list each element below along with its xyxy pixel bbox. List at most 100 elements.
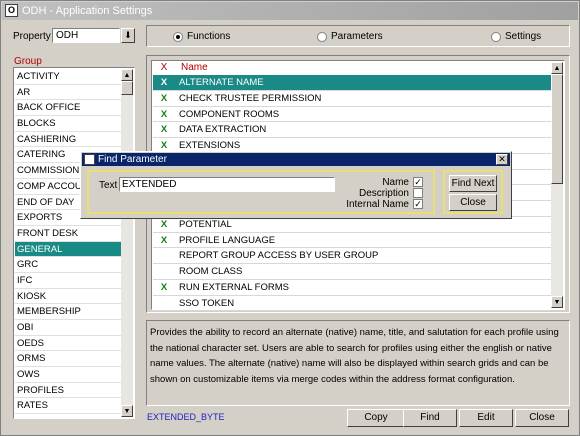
radio-dot-icon bbox=[491, 31, 501, 42]
internal-name-checkbox[interactable]: ✓ bbox=[413, 199, 423, 209]
table-row[interactable]: SSO TOKEN bbox=[153, 296, 551, 312]
group-item[interactable]: GENERAL bbox=[15, 241, 122, 258]
scroll-thumb[interactable] bbox=[551, 74, 563, 184]
function-name: ALTERNATE NAME bbox=[179, 77, 264, 88]
scroll-up-icon[interactable]: ▲ bbox=[551, 62, 563, 74]
group-item[interactable]: KIOSK bbox=[15, 289, 122, 305]
find-parameter-dialog: Find Parameter ✕ Text EXTENDED Name ✓ De… bbox=[80, 151, 512, 219]
parameters-radio[interactable]: Parameters bbox=[317, 31, 383, 42]
function-name: REPORT GROUP ACCESS BY USER GROUP bbox=[179, 250, 379, 262]
close-icon[interactable]: ✕ bbox=[496, 154, 508, 165]
parameters-radio-label: Parameters bbox=[331, 31, 383, 42]
view-radio-group: Functions Parameters Settings bbox=[146, 25, 570, 47]
description-checkbox[interactable] bbox=[413, 188, 423, 198]
group-item[interactable]: ACTIVITY bbox=[15, 69, 122, 85]
dialog-close-button[interactable]: Close bbox=[449, 194, 497, 211]
function-name: SSO TOKEN bbox=[179, 297, 235, 309]
active-flag: X bbox=[160, 124, 168, 136]
group-item[interactable]: AR bbox=[15, 85, 122, 101]
name-option-label: Name bbox=[382, 177, 409, 188]
group-list: ACTIVITY AR BACK OFFICE BLOCKS CASHIERING CAT… bbox=[13, 67, 135, 419]
close-button[interactable]: Close bbox=[515, 409, 569, 427]
property-label: Property bbox=[13, 31, 51, 42]
group-item[interactable]: BLOCKS bbox=[15, 116, 122, 132]
functions-scrollbar[interactable]: ▲ ▼ bbox=[551, 62, 563, 308]
active-flag: X bbox=[160, 92, 168, 104]
table-row[interactable]: X POTENTIAL bbox=[153, 217, 551, 233]
dialog-title-bar: Find Parameter ✕ bbox=[82, 153, 510, 166]
edit-button[interactable]: Edit bbox=[459, 409, 513, 427]
description-text: Provides the ability to record an altern… bbox=[146, 320, 570, 406]
internal-name-option-label: Internal Name bbox=[346, 199, 409, 210]
dialog-close-label: Close bbox=[460, 197, 486, 208]
find-next-label: Find Next bbox=[451, 178, 495, 189]
dialog-app-icon bbox=[84, 154, 95, 165]
check-icon: ✓ bbox=[414, 199, 422, 209]
copy-label: Copy bbox=[364, 412, 388, 423]
check-icon: ✓ bbox=[414, 177, 422, 187]
table-row[interactable]: X DATA EXTRACTION bbox=[153, 122, 551, 138]
copy-button[interactable]: Copy bbox=[347, 409, 405, 427]
table-row[interactable]: ROOM CLASS bbox=[153, 264, 551, 280]
dialog-buttons-box: Find Next Close bbox=[443, 170, 503, 214]
active-flag: X bbox=[160, 234, 168, 246]
function-name: ROOM CLASS bbox=[179, 266, 243, 277]
description-option-label: Description bbox=[358, 188, 409, 199]
group-header: Group bbox=[14, 56, 42, 67]
opera-icon: O bbox=[5, 4, 18, 17]
scroll-up-icon[interactable]: ▲ bbox=[121, 69, 133, 81]
group-item[interactable]: OEDS bbox=[15, 336, 122, 352]
scroll-down-icon[interactable]: ▼ bbox=[551, 296, 563, 308]
functions-radio[interactable]: Functions bbox=[173, 31, 230, 42]
active-flag: X bbox=[160, 218, 168, 230]
group-item[interactable]: RATES bbox=[15, 398, 122, 415]
table-row[interactable]: X CHECK TRUSTEE PERMISSION bbox=[153, 91, 551, 107]
active-flag: X bbox=[160, 108, 168, 120]
window-title: ODH - Application Settings bbox=[22, 5, 153, 17]
group-item[interactable]: OBI bbox=[15, 320, 122, 336]
find-options-box: Text EXTENDED Name ✓ Description Interna… bbox=[87, 170, 435, 214]
group-item[interactable]: IFC bbox=[15, 273, 122, 289]
find-label: Find bbox=[420, 412, 440, 423]
column-name-header: Name bbox=[181, 62, 208, 73]
scroll-thumb[interactable] bbox=[121, 81, 133, 95]
property-input[interactable]: ODH bbox=[52, 28, 120, 43]
active-flag: X bbox=[160, 281, 168, 293]
table-row[interactable]: REPORT GROUP ACCESS BY USER GROUP bbox=[153, 248, 551, 264]
property-lookup-button[interactable]: ⬇ bbox=[121, 28, 135, 43]
group-item[interactable]: GRC bbox=[15, 257, 122, 273]
arrow-down-icon: ⬇ bbox=[124, 30, 132, 40]
function-name: PROFILE LANGUAGE bbox=[179, 234, 276, 246]
group-item[interactable]: MEMBERSHIP bbox=[15, 304, 122, 320]
table-row[interactable]: X ALTERNATE NAME bbox=[153, 75, 551, 91]
close-label: Close bbox=[529, 412, 555, 423]
group-item[interactable]: FRONT DESK bbox=[15, 226, 122, 242]
dialog-title: Find Parameter bbox=[98, 154, 167, 165]
table-row[interactable]: X RUN EXTERNAL FORMS bbox=[153, 280, 551, 296]
table-row[interactable]: X PROFILE LANGUAGE bbox=[153, 233, 551, 249]
table-row[interactable]: X COMPONENT ROOMS bbox=[153, 107, 551, 123]
group-scrollbar[interactable]: ▲ ▼ bbox=[121, 69, 133, 417]
find-next-button[interactable]: Find Next bbox=[449, 175, 497, 192]
find-button[interactable]: Find bbox=[403, 409, 457, 427]
text-label: Text bbox=[99, 180, 118, 191]
settings-radio[interactable]: Settings bbox=[491, 31, 541, 42]
group-item[interactable]: ORMS bbox=[15, 351, 122, 368]
radio-dot-icon bbox=[317, 31, 327, 42]
group-item[interactable]: PROFILES bbox=[15, 383, 122, 399]
radio-dot-icon bbox=[173, 31, 183, 42]
name-checkbox[interactable]: ✓ bbox=[413, 177, 423, 187]
group-item[interactable]: BACK OFFICE bbox=[15, 100, 122, 117]
group-items: ACTIVITY AR BACK OFFICE BLOCKS CASHIERING CAT… bbox=[15, 69, 122, 415]
internal-name-label: EXTENDED_BYTE bbox=[147, 412, 225, 422]
settings-radio-label: Settings bbox=[505, 31, 542, 42]
active-flag: X bbox=[160, 77, 168, 88]
search-text-input[interactable]: EXTENDED bbox=[119, 177, 335, 192]
functions-radio-label: Functions bbox=[187, 31, 231, 42]
function-name: COMPONENT ROOMS bbox=[179, 108, 280, 120]
grid-header: X Name bbox=[153, 62, 551, 75]
group-item[interactable]: CASHIERING bbox=[15, 132, 122, 148]
edit-label: Edit bbox=[477, 412, 495, 423]
group-item[interactable]: OWS bbox=[15, 367, 122, 383]
scroll-down-icon[interactable]: ▼ bbox=[121, 405, 133, 417]
